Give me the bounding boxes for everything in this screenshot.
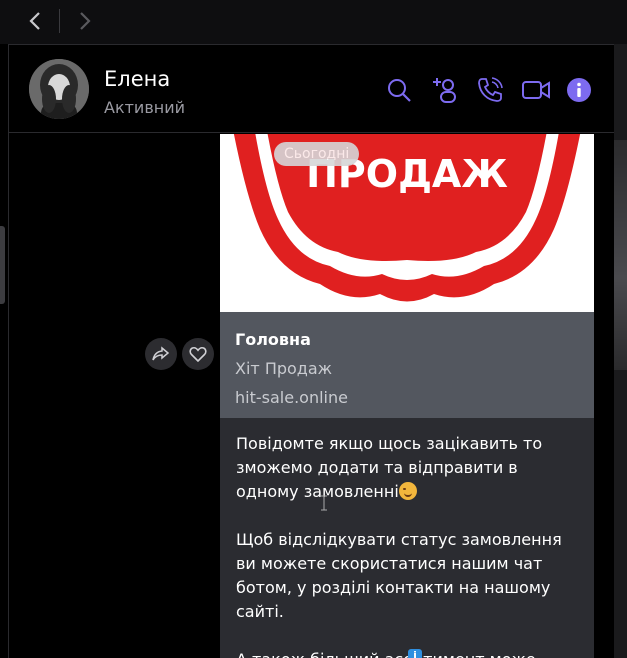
- search-icon: [388, 79, 411, 102]
- link-preview[interactable]: Головна Хіт Продаж hit-sale.online: [220, 312, 594, 418]
- video-icon: [522, 81, 550, 99]
- heart-icon: [189, 346, 207, 362]
- message-bubble[interactable]: ПРОДАЖ Головна Хіт Продаж hit-sale.onlin…: [220, 134, 594, 658]
- avatar[interactable]: [29, 59, 89, 119]
- side-panel-photo: [614, 140, 627, 370]
- link-preview-title: Головна: [235, 330, 311, 349]
- text-cursor-icon: [321, 495, 327, 511]
- link-preview-url[interactable]: hit-sale.online: [235, 388, 348, 407]
- share-button[interactable]: [145, 338, 177, 370]
- info-icon: [567, 78, 591, 102]
- scrollbar-thumb[interactable]: [0, 226, 5, 304]
- message-text: Повідомте якщо щось зацікавить то зможем…: [220, 418, 594, 658]
- contact-status: Активний: [104, 98, 186, 117]
- like-button[interactable]: [182, 338, 214, 370]
- info-emoji-icon: i: [408, 649, 422, 658]
- video-call-button[interactable]: [521, 75, 551, 105]
- add-participant-button[interactable]: [430, 75, 460, 105]
- info-button[interactable]: [564, 75, 594, 105]
- message-paragraph: А також більший асортимент може: [236, 648, 578, 658]
- nav-divider: [59, 9, 60, 33]
- contact-name: Елена: [104, 67, 171, 91]
- message-paragraph-text: Повідомте якщо щось зацікавить то зможем…: [236, 434, 543, 501]
- chevron-left-icon: [29, 12, 40, 30]
- smile-emoji-icon: [398, 482, 417, 500]
- forward-button[interactable]: [70, 6, 100, 36]
- message-paragraph: Щоб відслідкувати статус замовлення ви м…: [236, 530, 562, 621]
- message-list[interactable]: ПРОДАЖ Головна Хіт Продаж hit-sale.onlin…: [9, 134, 614, 658]
- phone-icon: [478, 77, 503, 102]
- date-separator: Сьогодні: [274, 142, 360, 166]
- message-paragraph: Повідомте якщо щось зацікавить то зможем…: [236, 432, 578, 504]
- share-icon: [152, 346, 170, 361]
- navigation-bar: [0, 0, 627, 44]
- link-preview-subtitle: Хіт Продаж: [235, 359, 333, 378]
- search-button[interactable]: [384, 75, 414, 105]
- back-button[interactable]: [20, 6, 50, 36]
- chat-header: Елена Активний: [9, 45, 614, 133]
- add-user-icon: [433, 78, 456, 103]
- chevron-right-icon: [80, 12, 91, 30]
- call-button[interactable]: [475, 75, 505, 105]
